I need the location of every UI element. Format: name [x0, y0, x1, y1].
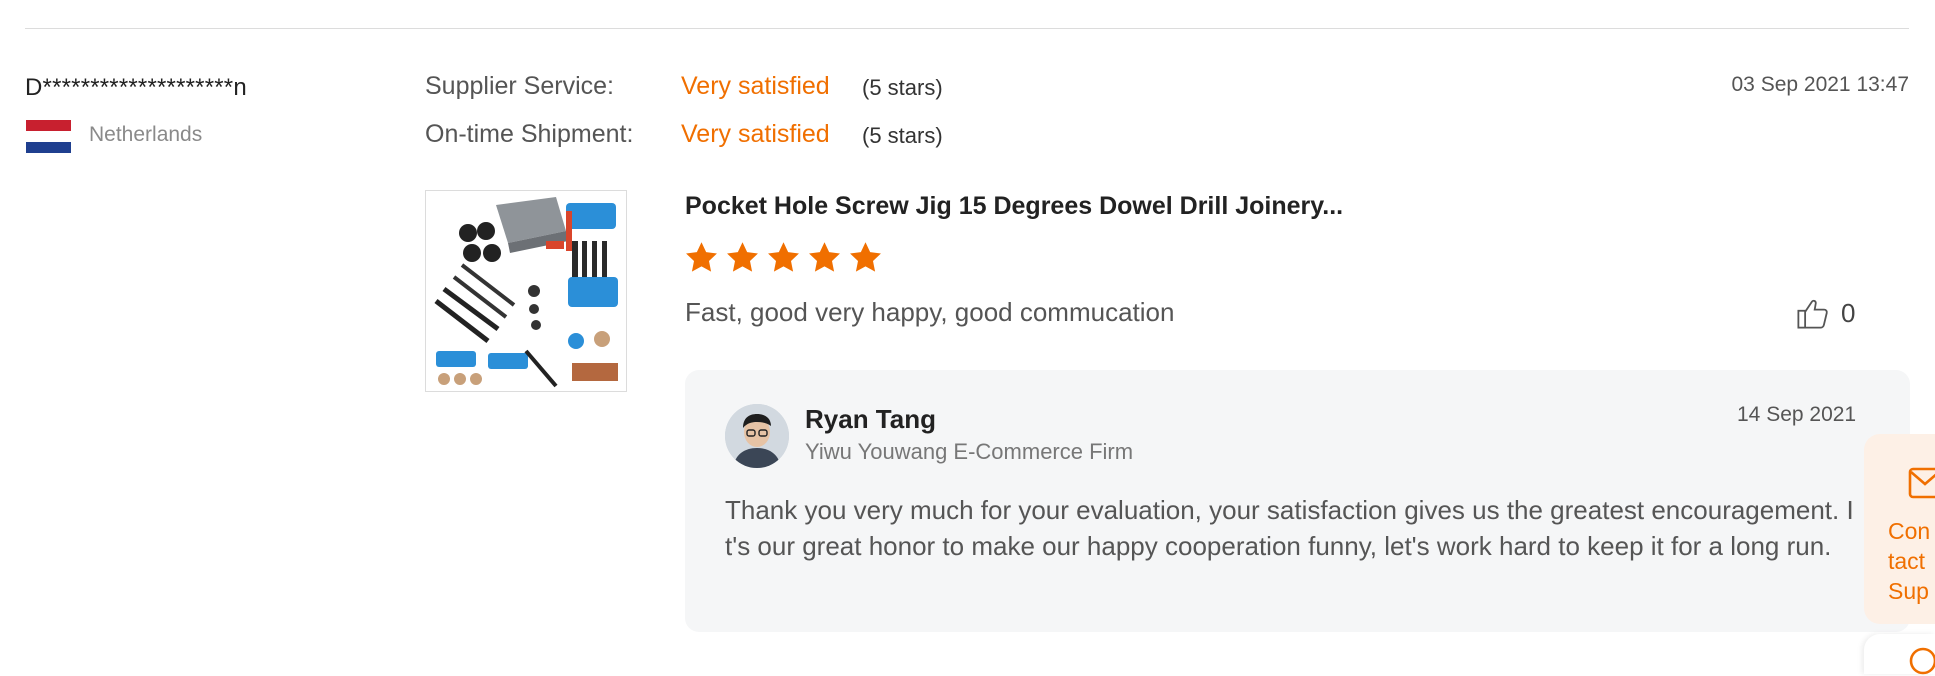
- review-text: Fast, good very happy, good commucation: [685, 297, 1175, 327]
- reply-text: Thank you very much for your evaluation,…: [725, 495, 1854, 561]
- supplier-reply: Ryan Tang Yiwu Youwang E-Commerce Firm 1…: [685, 370, 1910, 632]
- avatar: [725, 404, 789, 468]
- supplier-service-stars: (5 stars): [862, 75, 943, 100]
- replier-name: Ryan Tang: [805, 404, 936, 434]
- reviewer-country: Netherlands: [89, 123, 203, 146]
- shipment-value: Very satisfied: [681, 120, 830, 148]
- floating-contact-panel: Contact Supplier: [1864, 404, 1935, 675]
- top-divider: [25, 28, 1909, 29]
- like-count: 0: [1841, 297, 1856, 328]
- chat-button[interactable]: [1864, 634, 1935, 675]
- star-icon: [727, 242, 758, 272]
- replier-company: Yiwu Youwang E-Commerce Firm: [805, 439, 1134, 464]
- like-button[interactable]: 0: [1795, 295, 1855, 331]
- envelope-icon: [1908, 467, 1935, 499]
- contact-supplier-label: Contact Supplier: [1888, 518, 1931, 611]
- star-icon: [768, 242, 799, 272]
- reviewer-name: D********************n: [25, 74, 247, 101]
- star-rating: [683, 240, 884, 276]
- star-icon: [809, 242, 840, 272]
- reply-date: 14 Sep 2021: [1737, 403, 1857, 426]
- netherlands-flag-icon: [26, 120, 71, 153]
- chat-icon: [1909, 647, 1935, 675]
- contact-supplier-button[interactable]: Contact Supplier: [1864, 434, 1935, 624]
- star-icon: [850, 242, 881, 272]
- shipment-stars: (5 stars): [862, 123, 943, 148]
- star-icon: [686, 242, 717, 272]
- shipment-label: On-time Shipment:: [425, 120, 634, 148]
- review-date: 03 Sep 2021 13:47: [1731, 73, 1910, 96]
- thumbs-up-icon: [1797, 299, 1828, 329]
- supplier-service-label: Supplier Service:: [425, 72, 614, 100]
- product-title[interactable]: Pocket Hole Screw Jig 15 Degrees Dowel D…: [685, 192, 1343, 221]
- supplier-service-value: Very satisfied: [681, 72, 830, 100]
- product-thumbnail[interactable]: [425, 190, 627, 392]
